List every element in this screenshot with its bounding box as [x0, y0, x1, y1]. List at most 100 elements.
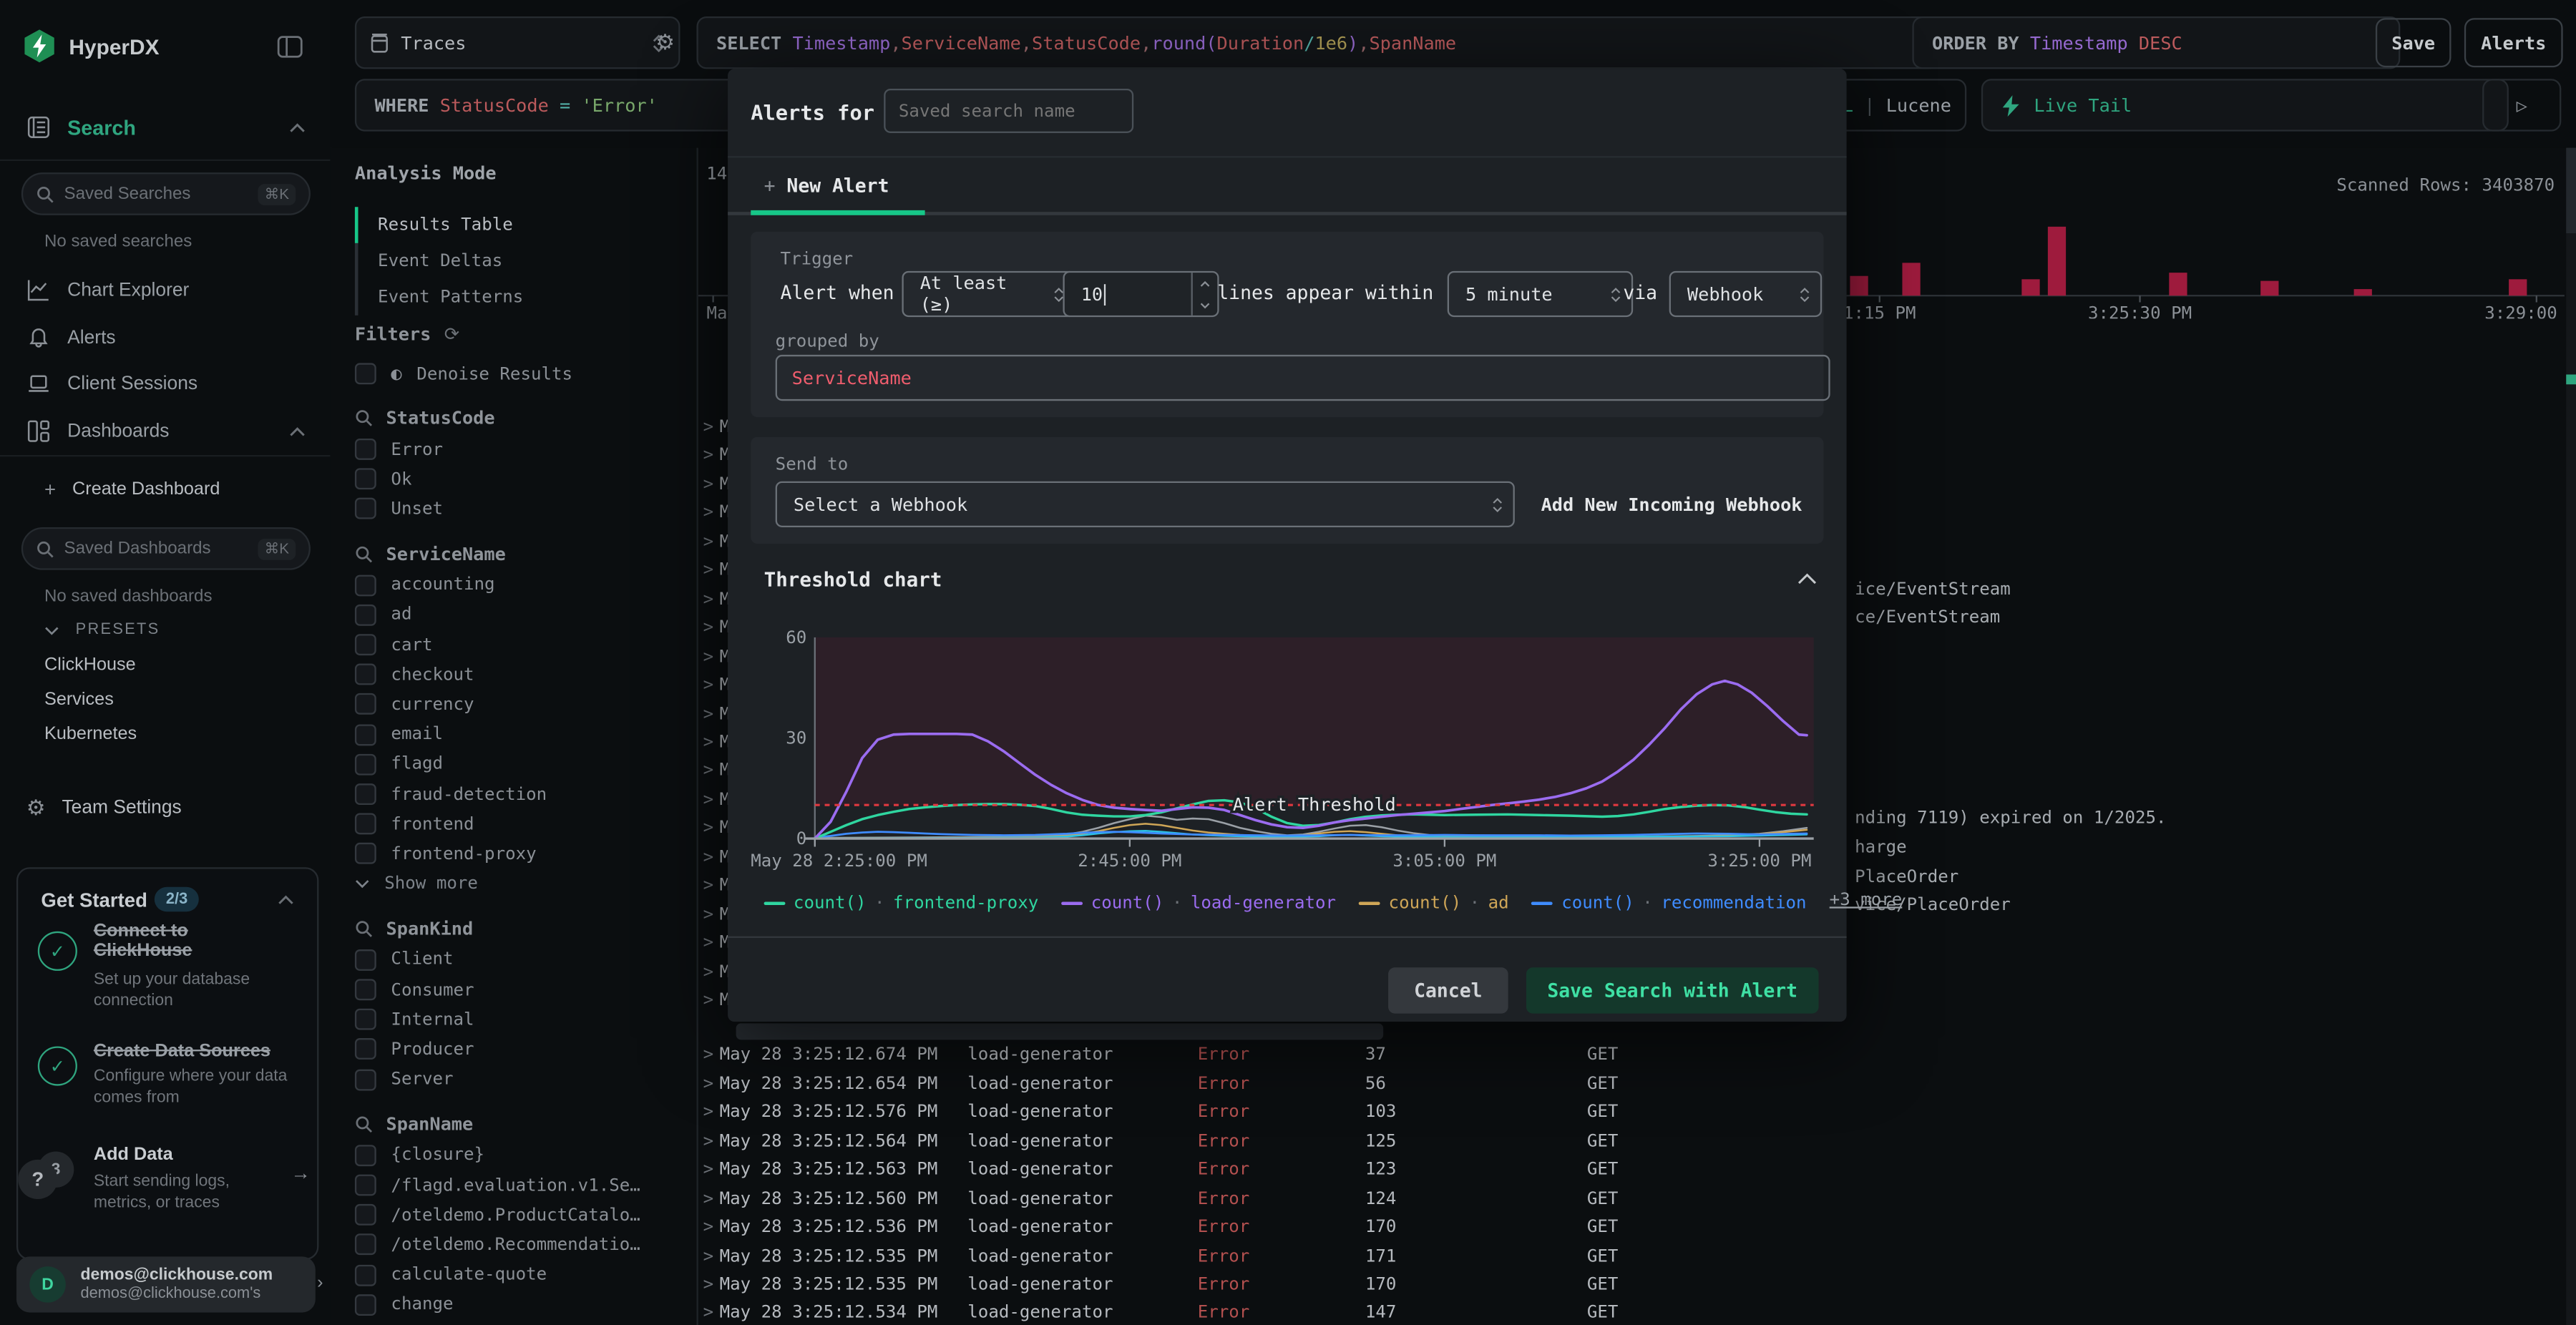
row-expand-chevron-icon[interactable]: >	[703, 761, 714, 781]
webhook-select[interactable]: Select a Webhook	[775, 481, 1515, 527]
saved-search-name-input[interactable]	[884, 88, 1134, 133]
row-expand-chevron-icon[interactable]: >	[703, 618, 714, 638]
sidebar-item-client-sessions[interactable]: Client Sessions	[26, 371, 306, 396]
filter-option[interactable]: /flagd.evaluation.v1.Se…	[354, 1174, 683, 1196]
sidebar-item-chart-explorer[interactable]: Chart Explorer	[26, 278, 306, 302]
checkbox[interactable]	[354, 604, 376, 626]
channel-select[interactable]: Webhook	[1669, 270, 1823, 318]
denoise-filter[interactable]: ◐ Denoise Results	[354, 363, 572, 385]
threshold-count-input[interactable]: 10	[1063, 270, 1219, 318]
table-row-occluded[interactable]: > M	[698, 471, 730, 500]
row-expand-chevron-icon[interactable]: >	[703, 503, 714, 523]
table-row[interactable]: > May 28 3:25:12.564 PM load-generator Erro…	[698, 1128, 2566, 1157]
filter-option[interactable]: Consumer	[354, 979, 683, 1001]
sql-select-input[interactable]: SELECT Timestamp, ServiceName, StatusCode,…	[696, 16, 1939, 69]
table-row[interactable]: > May 28 3:25:12.560 PM load-generator Erro…	[698, 1185, 2566, 1214]
table-row-occluded[interactable]: > M	[698, 959, 730, 987]
sidebar-item-search[interactable]: Search	[26, 115, 306, 140]
table-row-occluded[interactable]: > M	[698, 529, 730, 557]
table-row-occluded[interactable]: > M	[698, 443, 730, 471]
table-row-occluded[interactable]: > M	[698, 758, 730, 786]
create-dashboard-button[interactable]: + Create Dashboard	[44, 478, 220, 501]
chevron-right-icon[interactable]: ›	[317, 1273, 323, 1293]
table-row-occluded[interactable]: > M	[698, 615, 730, 643]
sidebar-item-dashboards[interactable]: Dashboards	[26, 419, 306, 443]
filter-option[interactable]: Client	[354, 949, 683, 971]
add-webhook-link[interactable]: Add New Incoming Webhook	[1541, 494, 1802, 516]
analysis-mode-event-patterns[interactable]: Event Patterns	[358, 279, 670, 316]
checkbox[interactable]	[354, 783, 376, 806]
saved-dashboards-input[interactable]: Saved Dashboards ⌘K	[21, 527, 311, 570]
row-expand-chevron-icon[interactable]: >	[703, 790, 714, 810]
filter-option[interactable]: /oteldemo.ProductCatalo…	[354, 1204, 683, 1226]
table-row-occluded[interactable]: > M	[698, 786, 730, 815]
table-row[interactable]: > May 28 3:25:12.535 PM load-generator Erro…	[698, 1271, 2566, 1300]
table-row-occluded[interactable]: > M	[698, 586, 730, 615]
filter-option[interactable]: ad	[354, 604, 683, 626]
row-expand-chevron-icon[interactable]: >	[703, 962, 714, 982]
row-expand-chevron-icon[interactable]: >	[703, 1131, 714, 1151]
tab-new-alert[interactable]: + New Alert	[764, 174, 889, 197]
filter-option[interactable]: change	[354, 1294, 683, 1316]
filter-option[interactable]: frontend-proxy	[354, 843, 683, 865]
table-row[interactable]: > May 28 3:25:12.563 PM load-generator Erro…	[698, 1157, 2566, 1185]
play-button[interactable]: ▷	[2482, 79, 2562, 132]
save-button[interactable]: Save	[2375, 18, 2451, 68]
table-row-occluded[interactable]: > M	[698, 815, 730, 844]
filter-option[interactable]: flagd	[354, 753, 683, 776]
filter-option[interactable]: currency	[354, 693, 683, 715]
sidebar-item-alerts[interactable]: Alerts	[26, 326, 306, 350]
row-expand-chevron-icon[interactable]: >	[703, 1074, 714, 1094]
row-expand-chevron-icon[interactable]: >	[703, 560, 714, 580]
vscrollbar[interactable]	[2565, 147, 2576, 1325]
filter-option[interactable]: checkout	[354, 663, 683, 685]
checkbox[interactable]	[354, 439, 376, 460]
checkbox[interactable]	[354, 813, 376, 835]
checkbox[interactable]	[354, 1204, 376, 1226]
legend-item[interactable]: count() · load-generator	[1061, 894, 1336, 914]
filter-option[interactable]: accounting	[354, 574, 683, 596]
table-row[interactable]: > May 28 3:25:12.534 PM load-generator Erro…	[698, 1300, 2566, 1325]
row-expand-chevron-icon[interactable]: >	[703, 904, 714, 924]
row-expand-chevron-icon[interactable]: >	[703, 1188, 714, 1208]
filter-option[interactable]: Server	[354, 1068, 683, 1090]
table-row-occluded[interactable]: > M	[698, 643, 730, 672]
table-row-occluded[interactable]: > M	[698, 672, 730, 700]
checkbox[interactable]	[354, 753, 376, 776]
window-select[interactable]: 5 minute	[1447, 270, 1634, 318]
row-expand-chevron-icon[interactable]: >	[703, 1045, 714, 1065]
checkbox[interactable]	[354, 498, 376, 520]
row-expand-chevron-icon[interactable]: >	[703, 474, 714, 494]
alerts-button[interactable]: Alerts	[2464, 18, 2563, 68]
live-tail-button[interactable]: Live Tail	[1981, 79, 2509, 132]
row-expand-chevron-icon[interactable]: >	[703, 675, 714, 695]
source-settings-gear-icon[interactable]: ⚙	[655, 29, 675, 56]
source-select[interactable]: Traces	[354, 16, 680, 69]
checkbox[interactable]	[354, 693, 376, 715]
checkbox[interactable]	[354, 1294, 376, 1316]
row-expand-chevron-icon[interactable]: >	[703, 1275, 714, 1295]
grouped-by-input[interactable]: ServiceName	[775, 354, 1830, 401]
table-row-occluded[interactable]: > M	[698, 557, 730, 586]
filter-option[interactable]: calculate-quote	[354, 1263, 683, 1286]
row-expand-chevron-icon[interactable]: >	[703, 876, 714, 896]
row-expand-chevron-icon[interactable]: >	[703, 417, 714, 437]
filter-option[interactable]: Error	[354, 439, 683, 460]
gs-step-title[interactable]: Connect to ClickHouse	[94, 921, 291, 961]
checkbox[interactable]	[354, 1174, 376, 1196]
checkbox[interactable]	[354, 574, 376, 596]
row-expand-chevron-icon[interactable]: >	[703, 818, 714, 838]
filter-option[interactable]: {closure}	[354, 1144, 683, 1166]
chevron-up-icon[interactable]	[278, 895, 294, 905]
language-lucene[interactable]: Lucene	[1886, 94, 1951, 116]
hscrollbar-thumb[interactable]	[736, 1023, 1384, 1040]
checkbox[interactable]	[354, 723, 376, 745]
checkbox[interactable]	[354, 1068, 376, 1090]
row-expand-chevron-icon[interactable]: >	[703, 704, 714, 724]
legend-item[interactable]: count() · frontend-proxy	[763, 894, 1038, 914]
table-row-occluded[interactable]: > M	[698, 873, 730, 901]
table-row[interactable]: > May 28 3:25:12.576 PM load-generator Erro…	[698, 1100, 2566, 1128]
row-expand-chevron-icon[interactable]: >	[703, 733, 714, 753]
row-expand-chevron-icon[interactable]: >	[703, 1102, 714, 1123]
gs-step-title[interactable]: Create Data Sources	[94, 1042, 316, 1062]
